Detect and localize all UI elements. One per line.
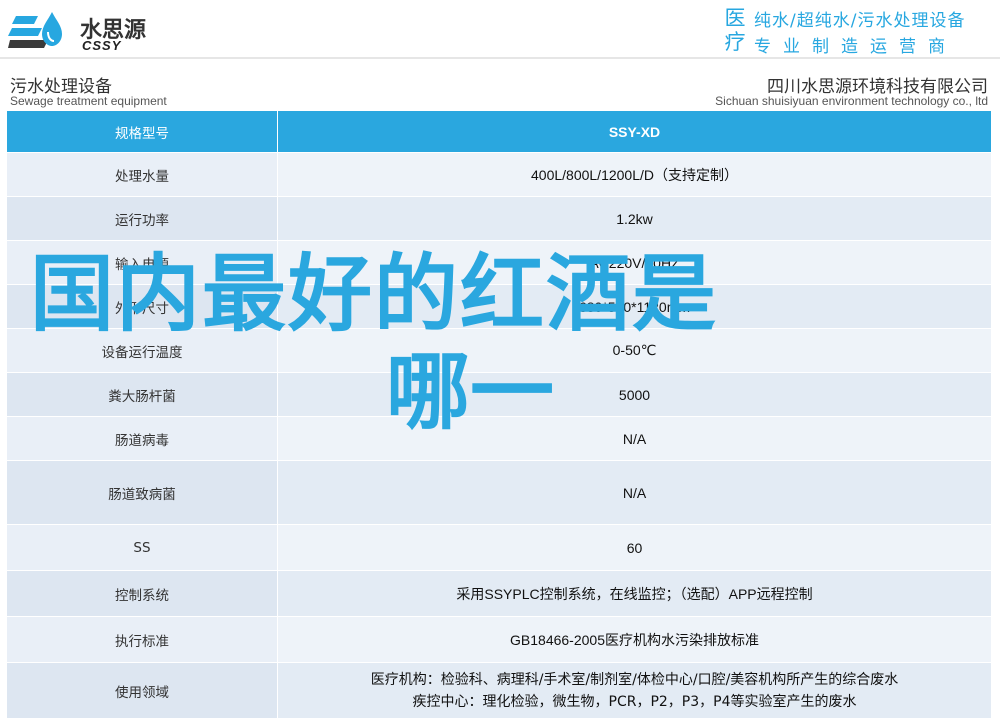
table-row: 输入电源 AC220V/50HZ (6, 240, 992, 285)
row-value: 5000 (277, 372, 992, 417)
brand-name-en: CSSY (82, 38, 122, 53)
brand-slogan: 医 疗 纯水/超纯水/污水处理设备 专业制造运营商 (720, 6, 996, 57)
page-header: 水思源 CSSY 医 疗 纯水/超纯水/污水处理设备 专业制造运营商 (0, 0, 1000, 58)
row-value: 680*560*1120mm (277, 284, 992, 329)
row-label: 控制系统 (6, 570, 278, 617)
slogan-char-2: 疗 (724, 30, 746, 54)
row-value: AC220V/50HZ (277, 240, 992, 285)
table-row: 使用领域 医疗机构：检验科、病理科/手术室/制剂室/体检中心/口腔/美容机构所产… (6, 662, 992, 718)
row-label: 肠道病毒 (6, 416, 278, 461)
row-value: N/A (277, 460, 992, 525)
brand-logo[interactable]: 水思源 CSSY (8, 6, 178, 54)
product-category-en: Sewage treatment equipment (10, 94, 167, 108)
table-row: 运行功率 1.2kw (6, 196, 992, 241)
row-label: 输入电源 (6, 240, 278, 285)
row-value: 0-50℃ (277, 328, 992, 373)
table-row: 控制系统 采用SSYPLC控制系统，在线监控；（选配）APP远程控制 (6, 570, 992, 617)
table-row: 外形尺寸 680*560*1120mm (6, 284, 992, 329)
row-label: SS (6, 524, 278, 571)
row-value: N/A (277, 416, 992, 461)
row-label: 使用领域 (6, 662, 278, 718)
table-row: 肠道致病菌 N/A (6, 460, 992, 525)
table-row: 设备运行温度 0-50℃ (6, 328, 992, 373)
table-header-label: 规格型号 (6, 110, 278, 153)
row-value-multiline: 医疗机构：检验科、病理科/手术室/制剂室/体检中心/口腔/美容机构所产生的综合废… (277, 662, 992, 718)
table-header-value: SSY-XD (277, 110, 992, 153)
row-label: 外形尺寸 (6, 284, 278, 329)
company-name-en: Sichuan shuisiyuan environment technolog… (715, 94, 988, 108)
row-label: 肠道致病菌 (6, 460, 278, 525)
row-label: 执行标准 (6, 616, 278, 663)
row-label: 运行功率 (6, 196, 278, 241)
row-label: 粪大肠杆菌 (6, 372, 278, 417)
row-value: GB18466-2005医疗机构水污染排放标准 (277, 616, 992, 663)
spec-table: 规格型号 SSY-XD 处理水量 400L/800L/1200L/D（支持定制）… (6, 110, 992, 718)
slogan-vertical-chars: 医 疗 (720, 6, 750, 54)
row-value: 400L/800L/1200L/D（支持定制） (277, 152, 992, 197)
usage-cdc: 疾控中心：理化检验，微生物，PCR，P2，P3，P4等实验室产生的废水 (412, 693, 857, 710)
table-row: SS 60 (6, 524, 992, 571)
header-divider (0, 57, 1000, 59)
usage-medical: 医疗机构：检验科、病理科/手术室/制剂室/体检中心/口腔/美容机构所产生的综合废… (370, 671, 899, 688)
table-header-row: 规格型号 SSY-XD (6, 110, 992, 153)
table-row: 处理水量 400L/800L/1200L/D（支持定制） (6, 152, 992, 197)
row-label: 处理水量 (6, 152, 278, 197)
row-value: 60 (277, 524, 992, 571)
slogan-line-2: 专业制造运营商 (754, 37, 957, 57)
slogan-char-1: 医 (724, 6, 746, 30)
row-value: 采用SSYPLC控制系统，在线监控；（选配）APP远程控制 (277, 570, 992, 617)
row-value: 1.2kw (277, 196, 992, 241)
sub-header: 污水处理设备 Sewage treatment equipment 四川水思源环… (0, 62, 1000, 110)
table-row: 粪大肠杆菌 5000 (6, 372, 992, 417)
row-label: 设备运行温度 (6, 328, 278, 373)
table-row: 肠道病毒 N/A (6, 416, 992, 461)
slogan-line-1: 纯水/超纯水/污水处理设备 (754, 11, 966, 31)
water-drop-logo-icon (8, 12, 62, 48)
table-row: 执行标准 GB18466-2005医疗机构水污染排放标准 (6, 616, 992, 663)
